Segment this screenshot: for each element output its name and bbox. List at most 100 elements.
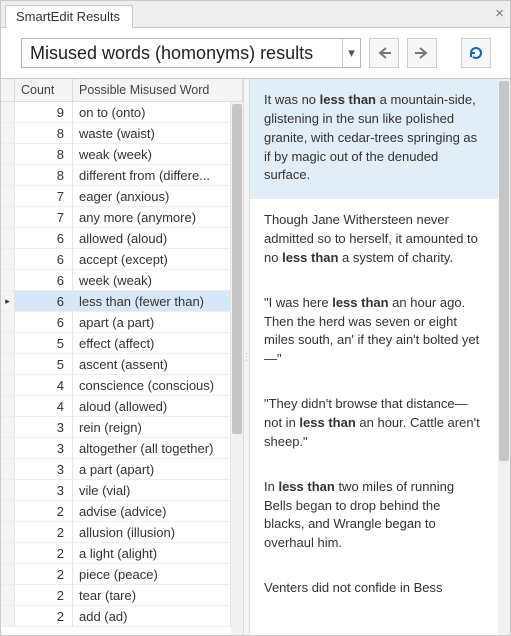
row-indicator <box>1 543 15 564</box>
snippet-item[interactable]: It was no less than a mountain-side, gli… <box>250 79 498 199</box>
table-row[interactable]: 6week (weak) <box>1 270 231 291</box>
table-row[interactable]: 2advise (advice) <box>1 501 231 522</box>
row-indicator <box>1 396 15 417</box>
table-row[interactable]: ▸6less than (fewer than) <box>1 291 231 312</box>
cell-count: 2 <box>15 585 73 606</box>
cell-count: 8 <box>15 144 73 165</box>
row-indicator <box>1 417 15 438</box>
cell-count: 3 <box>15 459 73 480</box>
cell-word: accept (except) <box>73 249 231 270</box>
cell-count: 6 <box>15 249 73 270</box>
refresh-button[interactable] <box>461 38 491 68</box>
grid-scrollbar-thumb[interactable] <box>232 104 242 434</box>
table-row[interactable]: 6accept (except) <box>1 249 231 270</box>
cell-word: a part (apart) <box>73 459 231 480</box>
snippet-item[interactable]: "I was here less than an hour ago. Then … <box>250 282 498 383</box>
cell-count: 7 <box>15 207 73 228</box>
snippet-item[interactable]: "They didn't browse that distance—not in… <box>250 383 498 466</box>
row-indicator <box>1 144 15 165</box>
row-indicator <box>1 354 15 375</box>
row-indicator: ▸ <box>1 291 15 312</box>
table-row[interactable]: 2piece (peace) <box>1 564 231 585</box>
cell-word: weak (week) <box>73 144 231 165</box>
snippet-item[interactable]: Though Jane Withersteen never admitted s… <box>250 199 498 282</box>
cell-word: advise (advice) <box>73 501 231 522</box>
highlight-term: less than <box>320 92 376 107</box>
row-indicator <box>1 249 15 270</box>
row-indicator <box>1 312 15 333</box>
cell-count: 4 <box>15 396 73 417</box>
table-row[interactable]: 9on to (onto) <box>1 102 231 123</box>
row-indicator <box>1 165 15 186</box>
row-indicator <box>1 186 15 207</box>
row-indicator <box>1 522 15 543</box>
cell-word: week (weak) <box>73 270 231 291</box>
table-row[interactable]: 3vile (vial) <box>1 480 231 501</box>
table-row[interactable]: 3rein (reign) <box>1 417 231 438</box>
table-row[interactable]: 7eager (anxious) <box>1 186 231 207</box>
highlight-term: less than <box>282 250 338 265</box>
grid-scrollbar[interactable] <box>231 102 243 635</box>
snippets-scrollbar-thumb[interactable] <box>499 81 509 461</box>
cell-count: 6 <box>15 228 73 249</box>
prev-button[interactable] <box>369 38 399 68</box>
row-indicator <box>1 438 15 459</box>
cell-count: 2 <box>15 543 73 564</box>
table-row[interactable]: 8different from (differe... <box>1 165 231 186</box>
table-row[interactable]: 2add (ad) <box>1 606 231 627</box>
cell-count: 6 <box>15 312 73 333</box>
row-indicator <box>1 333 15 354</box>
cell-word: add (ad) <box>73 606 231 627</box>
cell-word: tear (tare) <box>73 585 231 606</box>
cell-count: 7 <box>15 186 73 207</box>
cell-word: different from (differe... <box>73 165 231 186</box>
cell-count: 5 <box>15 354 73 375</box>
chevron-down-icon[interactable]: ▾ <box>342 39 360 67</box>
snippet-item[interactable]: In less than two miles of running Bells … <box>250 466 498 567</box>
toolbar: Misused words (homonyms) results ▾ <box>1 27 510 79</box>
close-icon[interactable]: × <box>495 5 504 22</box>
table-row[interactable]: 2tear (tare) <box>1 585 231 606</box>
highlight-term: less than <box>332 295 388 310</box>
table-row[interactable]: 5ascent (assent) <box>1 354 231 375</box>
cell-count: 6 <box>15 291 73 312</box>
panel-tab[interactable]: SmartEdit Results <box>5 5 133 28</box>
row-indicator <box>1 228 15 249</box>
cell-count: 2 <box>15 564 73 585</box>
cell-word: allowed (aloud) <box>73 228 231 249</box>
cell-word: a light (alight) <box>73 543 231 564</box>
results-dropdown[interactable]: Misused words (homonyms) results ▾ <box>21 38 361 68</box>
column-header-word[interactable]: Possible Misused Word <box>73 79 243 101</box>
row-indicator <box>1 501 15 522</box>
row-indicator <box>1 480 15 501</box>
table-row[interactable]: 5effect (affect) <box>1 333 231 354</box>
table-row[interactable]: 3a part (apart) <box>1 459 231 480</box>
table-row[interactable]: 6apart (a part) <box>1 312 231 333</box>
arrow-right-icon <box>414 46 430 60</box>
table-row[interactable]: 3altogether (all together) <box>1 438 231 459</box>
cell-word: waste (waist) <box>73 123 231 144</box>
row-header-spacer <box>1 79 15 101</box>
snippets-scrollbar[interactable] <box>498 79 510 635</box>
cell-count: 2 <box>15 501 73 522</box>
cell-word: conscience (conscious) <box>73 375 231 396</box>
cell-word: altogether (all together) <box>73 438 231 459</box>
cell-count: 9 <box>15 102 73 123</box>
table-row[interactable]: 4conscience (conscious) <box>1 375 231 396</box>
cell-count: 5 <box>15 333 73 354</box>
table-row[interactable]: 4aloud (allowed) <box>1 396 231 417</box>
table-row[interactable]: 7any more (anymore) <box>1 207 231 228</box>
next-button[interactable] <box>407 38 437 68</box>
cell-word: aloud (allowed) <box>73 396 231 417</box>
table-row[interactable]: 8weak (week) <box>1 144 231 165</box>
cell-count: 2 <box>15 522 73 543</box>
table-row[interactable]: 2allusion (illusion) <box>1 522 231 543</box>
row-indicator <box>1 564 15 585</box>
table-row[interactable]: 6allowed (aloud) <box>1 228 231 249</box>
snippet-item[interactable]: Venters did not confide in Bess <box>250 567 498 612</box>
table-row[interactable]: 8waste (waist) <box>1 123 231 144</box>
column-header-count[interactable]: Count <box>15 79 73 101</box>
table-row[interactable]: 2a light (alight) <box>1 543 231 564</box>
cell-word: allusion (illusion) <box>73 522 231 543</box>
titlebar: SmartEdit Results × <box>1 1 510 27</box>
